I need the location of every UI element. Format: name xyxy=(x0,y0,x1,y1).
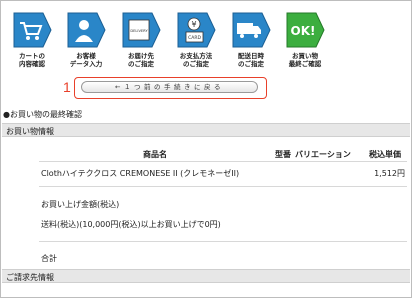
card-coin-icon: ¥ CARD xyxy=(174,10,218,50)
column-header-price: 税込単価 xyxy=(369,150,401,159)
person-icon xyxy=(64,10,108,50)
divider xyxy=(39,161,407,162)
step-label: お買い物 最終ご確認 xyxy=(288,52,322,68)
delivery-box-icon: DELIVERY xyxy=(119,10,163,50)
annotation-marker: 1 xyxy=(63,79,71,95)
divider xyxy=(39,241,407,242)
total-amount-label: お買い上げ金額(税込) xyxy=(41,200,120,209)
step-label: カートの 内容確認 xyxy=(19,52,45,68)
svg-text:CARD: CARD xyxy=(188,35,201,41)
step-label: お届け先 のご指定 xyxy=(128,52,154,68)
back-one-step-button[interactable]: ←１つ前の手続きに戻る xyxy=(81,81,258,93)
column-header-variation: バリエーション xyxy=(295,150,351,159)
cart-icon xyxy=(10,10,54,50)
svg-text:OK!: OK! xyxy=(291,24,316,38)
checkout-steps: カートの 内容確認 お客様 データ入力 DELIVERY お届け先 のご指定 ¥… xyxy=(7,10,337,80)
grand-total-label: 合計 xyxy=(41,254,57,263)
truck-icon xyxy=(229,10,273,50)
step-label: お客様 データ入力 xyxy=(69,52,103,68)
ok-icon: OK! xyxy=(283,10,327,50)
column-header-product: 商品名 xyxy=(143,150,167,159)
column-header-model: 型番 xyxy=(275,150,291,159)
section-title: ご請求先情報 xyxy=(6,273,54,282)
svg-text:DELIVERY: DELIVERY xyxy=(130,29,148,33)
step-cart[interactable]: カートの 内容確認 xyxy=(7,10,57,68)
section-header-billing: ご請求先情報 xyxy=(2,269,410,283)
step-final-confirm[interactable]: OK! お買い物 最終ご確認 xyxy=(280,10,330,68)
step-customer-data[interactable]: お客様 データ入力 xyxy=(61,10,111,68)
step-delivery-address[interactable]: DELIVERY お届け先 のご指定 xyxy=(116,10,166,68)
step-label: お支払方法 のご指定 xyxy=(179,52,213,68)
section-title: お買い物情報 xyxy=(6,127,54,136)
page-title: ●お買い物の最終確認 xyxy=(3,110,82,119)
divider xyxy=(39,186,407,187)
step-delivery-date[interactable]: 配送日時 のご指定 xyxy=(226,10,276,68)
svg-text:¥: ¥ xyxy=(191,20,196,29)
item-name: Clothハイテククロス CREMONESE II (クレモネーゼII) xyxy=(41,169,240,178)
step-label: 配送日時 のご指定 xyxy=(238,52,264,68)
page-frame: カートの 内容確認 お客様 データ入力 DELIVERY お届け先 のご指定 ¥… xyxy=(0,0,412,298)
step-payment-method[interactable]: ¥ CARD お支払方法 のご指定 xyxy=(171,10,221,68)
item-price: 1,512円 xyxy=(374,169,405,178)
section-header-purchase: お買い物情報 xyxy=(2,123,410,137)
shipping-label: 送料(税込)(10,000円(税込)以上お買い上げで0円) xyxy=(41,220,221,229)
